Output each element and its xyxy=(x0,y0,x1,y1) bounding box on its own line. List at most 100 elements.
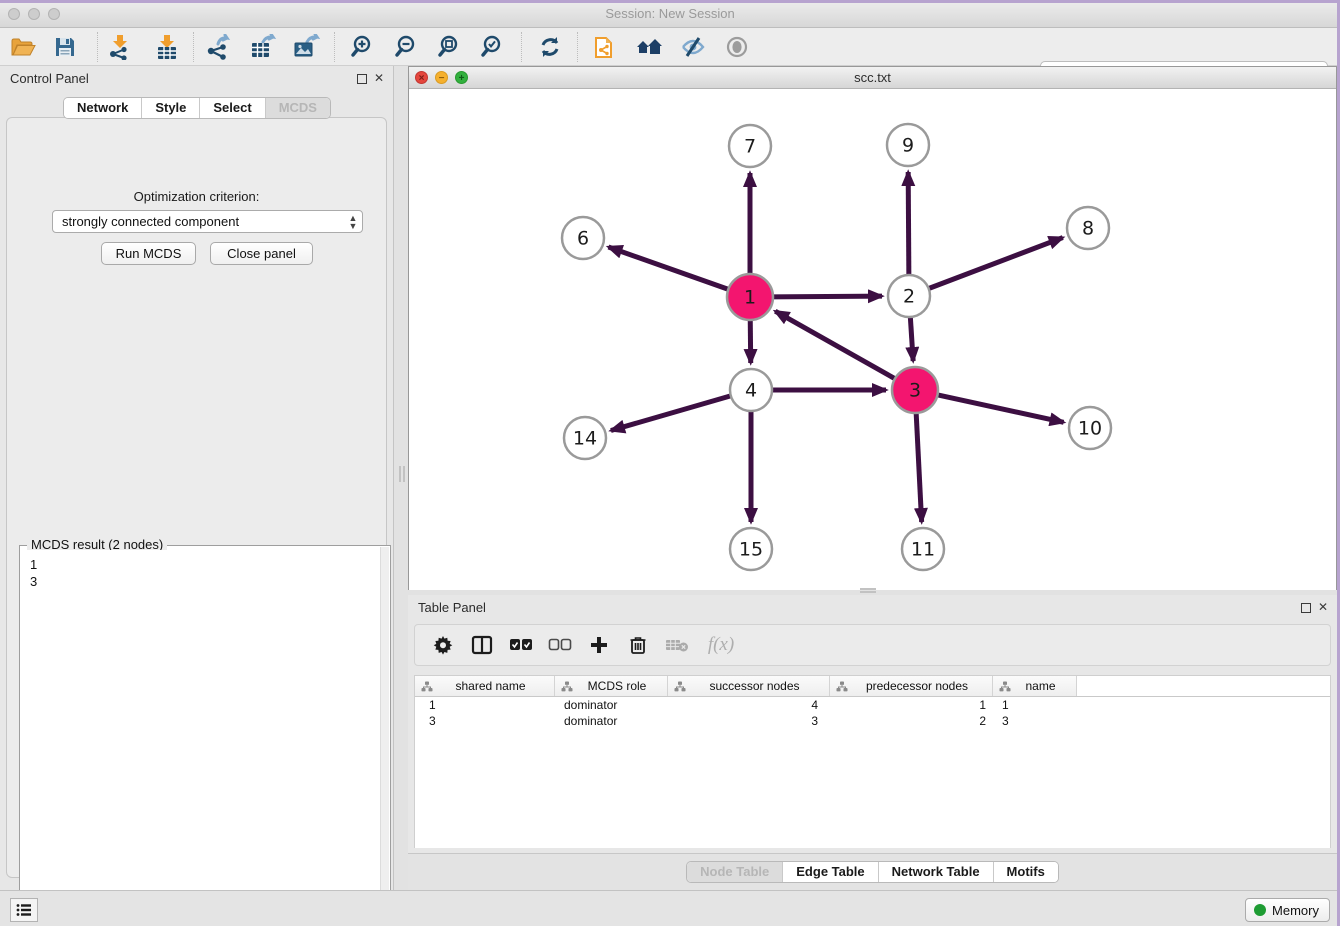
close-table-panel-icon[interactable]: ✕ xyxy=(1317,601,1329,613)
graph-node-2[interactable]: 2 xyxy=(888,275,930,317)
table-cell[interactable]: dominator xyxy=(555,697,668,713)
settings-gear-icon[interactable] xyxy=(431,633,455,657)
zoom-fit-icon[interactable] xyxy=(436,33,464,61)
horizontal-splitter-grip[interactable] xyxy=(860,588,876,593)
network-document-icon[interactable] xyxy=(591,33,619,61)
graph-node-11[interactable]: 11 xyxy=(902,528,944,570)
memory-label: Memory xyxy=(1272,903,1319,918)
table-cell[interactable]: 3 xyxy=(668,713,830,729)
delete-column-icon[interactable] xyxy=(626,633,650,657)
hide-selected-icon[interactable] xyxy=(679,33,707,61)
show-hidden-eye-icon[interactable] xyxy=(723,33,751,61)
table-cell[interactable]: 3 xyxy=(993,713,1077,729)
optimization-criterion-label: Optimization criterion: xyxy=(7,189,386,204)
export-network-icon[interactable] xyxy=(205,33,233,61)
graph-edge-4-14[interactable] xyxy=(611,395,733,430)
toolbar-separator xyxy=(521,32,522,62)
table-cell[interactable]: dominator xyxy=(555,713,668,729)
table-cell[interactable]: 1 xyxy=(830,697,993,713)
save-session-icon[interactable] xyxy=(51,33,79,61)
export-table-icon[interactable] xyxy=(249,33,277,61)
table-cell[interactable]: 4 xyxy=(668,697,830,713)
tab-network[interactable]: Network xyxy=(64,98,141,118)
graph-node-8[interactable]: 8 xyxy=(1067,207,1109,249)
svg-text:11: 11 xyxy=(911,539,935,561)
table-toolbar: f(x) xyxy=(414,624,1331,666)
select-all-checked-icon[interactable] xyxy=(509,633,533,657)
split-columns-icon[interactable] xyxy=(470,633,494,657)
home-overview-icon[interactable] xyxy=(635,33,663,61)
column-header-successor-nodes[interactable]: successor nodes xyxy=(668,676,830,696)
control-panel-header: Control Panel ✕ xyxy=(0,66,393,90)
graph-edge-2-3[interactable] xyxy=(910,315,913,361)
network-canvas[interactable]: 7 9 6 8 1 2 4 3 14 10 15 11 xyxy=(409,89,1336,590)
zoom-in-icon[interactable] xyxy=(349,33,377,61)
float-panel-icon[interactable] xyxy=(357,74,367,84)
svg-text:15: 15 xyxy=(739,539,763,561)
tab-edge-table[interactable]: Edge Table xyxy=(782,862,877,882)
graph-edge-3-11[interactable] xyxy=(916,411,922,522)
toolbar-separator xyxy=(97,32,98,62)
mcds-result-node: 3 xyxy=(30,573,380,590)
table-cell[interactable]: 3 xyxy=(415,713,555,729)
close-panel-button[interactable]: Close panel xyxy=(210,242,313,265)
graph-edge-1-6[interactable] xyxy=(608,247,730,290)
graph-node-15[interactable]: 15 xyxy=(730,528,772,570)
network-graph: 7 9 6 8 1 2 4 3 14 10 15 11 xyxy=(409,89,1336,590)
svg-text:9: 9 xyxy=(902,135,914,157)
app-titlebar: Session: New Session xyxy=(0,0,1340,28)
open-session-icon[interactable] xyxy=(9,33,37,61)
run-mcds-button[interactable]: Run MCDS xyxy=(101,242,196,265)
column-header-shared-name[interactable]: shared name xyxy=(415,676,555,696)
table-cell[interactable]: 1 xyxy=(993,697,1077,713)
graph-edge-2-9[interactable] xyxy=(908,172,909,277)
column-header-name[interactable]: name xyxy=(993,676,1077,696)
memory-button[interactable]: Memory xyxy=(1245,898,1330,922)
table-cell[interactable]: 2 xyxy=(830,713,993,729)
refresh-layout-icon[interactable] xyxy=(536,33,564,61)
graph-node-10[interactable]: 10 xyxy=(1069,407,1111,449)
svg-text:10: 10 xyxy=(1078,418,1102,440)
graph-node-6[interactable]: 6 xyxy=(562,217,604,259)
optimization-criterion-dropdown[interactable]: strongly connected component ▲▼ xyxy=(52,210,363,233)
graph-node-3[interactable]: 3 xyxy=(892,367,938,413)
table-tab-strip: Node TableEdge TableNetwork TableMotifs xyxy=(408,853,1337,890)
import-table-icon[interactable] xyxy=(153,33,181,61)
table-row[interactable]: 3dominator323 xyxy=(415,713,1330,729)
tab-mcds[interactable]: MCDS xyxy=(265,98,330,118)
close-panel-icon[interactable]: ✕ xyxy=(373,72,385,84)
zoom-selected-icon[interactable] xyxy=(479,33,507,61)
graph-node-7[interactable]: 7 xyxy=(729,125,771,167)
result-scrollbar[interactable] xyxy=(380,547,389,926)
node-table: shared nameMCDS rolesuccessor nodesprede… xyxy=(414,675,1331,848)
graph-node-14[interactable]: 14 xyxy=(564,417,606,459)
export-image-icon[interactable] xyxy=(292,33,320,61)
import-network-icon[interactable] xyxy=(106,33,134,61)
zoom-out-icon[interactable] xyxy=(393,33,421,61)
graph-node-1[interactable]: 1 xyxy=(727,274,773,320)
tab-style[interactable]: Style xyxy=(141,98,199,118)
mcds-result-group: MCDS result (2 nodes) 13 xyxy=(19,545,391,926)
mcds-result-list[interactable]: 13 xyxy=(21,550,380,926)
tab-motifs[interactable]: Motifs xyxy=(993,862,1058,882)
tab-network-table[interactable]: Network Table xyxy=(878,862,993,882)
float-table-panel-icon[interactable] xyxy=(1301,603,1311,613)
task-history-button[interactable] xyxy=(10,898,38,922)
table-cell[interactable]: 1 xyxy=(415,697,555,713)
tab-select[interactable]: Select xyxy=(199,98,264,118)
graph-node-4[interactable]: 4 xyxy=(730,369,772,411)
graph-edge-3-1[interactable] xyxy=(775,311,896,379)
vertical-splitter-grip[interactable] xyxy=(399,466,405,482)
graph-edge-1-2[interactable] xyxy=(771,296,882,297)
column-header-MCDS-role[interactable]: MCDS role xyxy=(555,676,668,696)
column-header-predecessor-nodes[interactable]: predecessor nodes xyxy=(830,676,993,696)
tab-node-table[interactable]: Node Table xyxy=(687,862,782,882)
graph-edge-3-10[interactable] xyxy=(936,394,1064,422)
svg-text:3: 3 xyxy=(909,380,921,402)
graph-node-9[interactable]: 9 xyxy=(887,124,929,166)
dropdown-value: strongly connected component xyxy=(53,214,344,229)
add-column-icon[interactable] xyxy=(587,633,611,657)
graph-edge-2-8[interactable] xyxy=(927,238,1063,290)
table-row[interactable]: 1dominator411 xyxy=(415,697,1330,713)
deselect-all-icon[interactable] xyxy=(548,633,572,657)
